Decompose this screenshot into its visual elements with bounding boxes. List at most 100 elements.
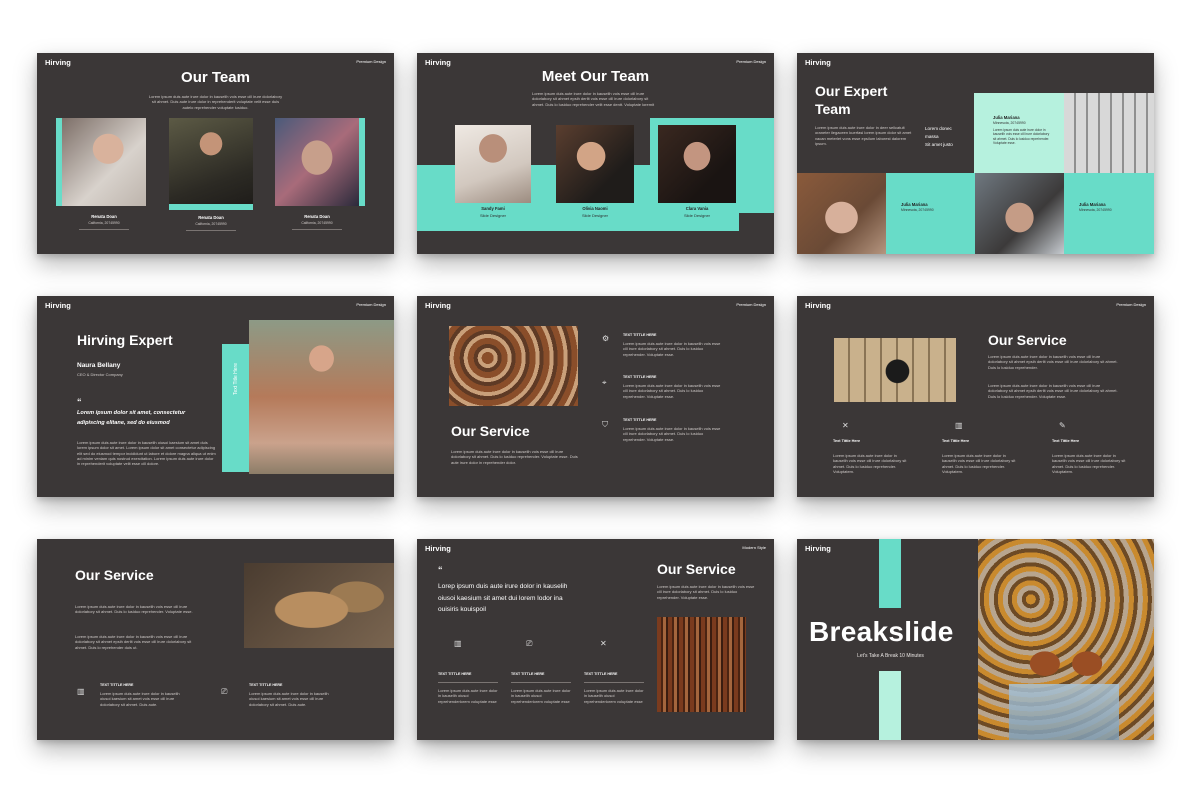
paragraph-1: Lorem ipsum duis aute irure dolor in kau… — [988, 354, 1118, 370]
member-name-2: Renata Doan — [198, 215, 224, 220]
member-role-3: Slide Designer — [683, 213, 710, 218]
jeans-legs — [1009, 684, 1119, 740]
side-text-1: Lorem donec — [925, 126, 952, 131]
brand-logo: Hirving — [45, 301, 71, 310]
breakslide-title: Breakslide — [809, 616, 954, 647]
intro-text: Lorem ipsum duis aute irure dolor in kau… — [451, 449, 578, 465]
quote-text: Lorem ipsum dolor sit amet, consectetur … — [77, 410, 186, 426]
slide-our-team[interactable]: Hirving Premium Design Our Team Lorem ip… — [37, 53, 394, 254]
premium-tag: Premium Design — [1116, 302, 1146, 307]
card-right — [1064, 173, 1154, 254]
premium-tag: Premium Design — [356, 302, 386, 307]
member-name-1: Sandy Fami — [481, 206, 505, 211]
presentation-icon: ⎚ — [526, 639, 533, 648]
team-photo-1 — [455, 125, 531, 203]
slide-our-service-list[interactable]: Hirving Premium Design Our Service Lorem… — [417, 296, 774, 497]
accent-bar-mid — [169, 204, 253, 210]
item-title-1: TEXT TITTLE HERE — [100, 683, 134, 687]
divider — [584, 682, 644, 683]
intro-text: Lorem ipsum duis aute irure dolor in dee… — [815, 125, 912, 146]
leaves-photo — [449, 326, 578, 406]
side-text-3: Sit amet justo — [925, 142, 953, 147]
brand-logo: Hirving — [425, 58, 451, 67]
shield-check-icon: ⛉ — [602, 420, 608, 429]
card-name-2: Julia Mariana — [901, 202, 928, 207]
card-loc-1: Minnesota, 20745990 — [993, 121, 1026, 125]
slide-our-expert-team[interactable]: Hirving Our Expert Team Lorem ipsum duis… — [797, 53, 1154, 254]
member-role-2: Slide Designer — [581, 213, 608, 218]
member-name-3: Clara Vania — [685, 206, 709, 211]
member-name-2: Olivia Naomi — [582, 206, 608, 211]
quote-text: Lorep ipsum duis aute irure dolor in kau… — [438, 583, 568, 613]
paper-photo — [244, 563, 394, 648]
bar-chart-icon: ▥ — [454, 639, 462, 648]
item-title-1: Text Tittle Here — [833, 439, 861, 443]
item-title-2: TEXT TITTLE HERE — [623, 375, 657, 379]
item-body-1: Lorem ipsum duis aute irure dolor in kau… — [833, 453, 907, 474]
cross-tools-icon: ✕ — [600, 639, 607, 648]
slide-our-service-books[interactable]: Hirving Modern Style “ Lorep ipsum duis … — [417, 539, 774, 740]
item-title-2: TEXT TITTLE HERE — [511, 672, 545, 676]
body-text: Lorem ipsum duis aute irure dolor in kau… — [77, 440, 216, 467]
quote-mark: “ — [77, 397, 82, 407]
slide-title: Our Team — [181, 69, 250, 86]
brand-logo: Hirving — [425, 301, 451, 310]
team-photo-2 — [556, 125, 634, 203]
item-title-1: TEXT TITTLE HERE — [623, 333, 657, 337]
brand-logo: Hirving — [805, 58, 831, 67]
member-role-1: Slide Designer — [479, 213, 506, 218]
slide-title: Our Service — [988, 332, 1067, 348]
item-body-1: Lorem ipsum duis aute irure dolor in kau… — [100, 691, 180, 707]
card-mid — [886, 173, 975, 254]
member-loc-3: California, 20745990 — [301, 221, 333, 225]
slide-title: Our Service — [75, 567, 154, 583]
member-name-1: Renata Doan — [91, 214, 117, 219]
breakslide-subtitle: Let's Take A Break 10 Minutes — [857, 653, 924, 659]
presentation-icon: ⎚ — [221, 687, 228, 696]
quote-mark: “ — [438, 565, 443, 575]
photo-window-woman — [1064, 93, 1154, 173]
premium-tag: Premium Design — [736, 59, 766, 64]
item-title-3: TEXT TITTLE HERE — [584, 672, 618, 676]
bookshelf-photo — [657, 617, 746, 712]
tools-icon: ✕ — [842, 421, 849, 430]
slide-meet-our-team[interactable]: Hirving Premium Design Meet Our Team Lor… — [417, 53, 774, 254]
slide-breakslide[interactable]: Hirving Breakslide Let's Take A Break 10… — [797, 539, 1154, 740]
card-name-1: Julia Mariana — [993, 115, 1020, 120]
item-title-2: Text Tittle Here — [942, 439, 970, 443]
brand-logo: Hirving — [45, 58, 71, 67]
accent-bar-top — [879, 539, 901, 608]
brand-logo: Hirving — [425, 544, 451, 553]
divider — [438, 682, 498, 683]
member-loc-2: California, 20745990 — [195, 222, 227, 226]
brand-logo: Hirving — [805, 544, 831, 553]
card-loc-2: Minnesota, 20745990 — [901, 208, 934, 212]
side-text-2: massa — [925, 134, 939, 139]
team-photo-1 — [62, 118, 146, 206]
slide-title: Our Service — [451, 423, 530, 439]
item-title-2: TEXT TITTLE HERE — [249, 683, 283, 687]
divider — [186, 230, 236, 231]
item-body-2: Lorem ipsum duis aute irure dolor in kau… — [942, 453, 1016, 474]
item-body-2: Lorem ipsum duis aute irure dolor in kau… — [511, 688, 571, 704]
intro-text: Lorem ipsum duis aute irure dolor in kau… — [532, 91, 655, 107]
slide-our-service-camera[interactable]: Hirving Premium Design Our Service Lorem… — [797, 296, 1154, 497]
premium-tag: Premium Design — [736, 302, 766, 307]
divider — [292, 229, 342, 230]
expert-photo — [249, 320, 394, 474]
card-body-1: Lorem ipsum duis aute irure dolor in kau… — [993, 128, 1050, 145]
paragraph-1: Lorem ipsum duis aute irure dolor in kau… — [75, 604, 193, 615]
item-body-3: Lorem ipsum duis aute irure dolor in kau… — [584, 688, 644, 704]
member-name-3: Renata Doan — [304, 214, 330, 219]
accent-bar-bottom — [879, 671, 901, 740]
slide-hirving-expert[interactable]: Hirving Premium Design Hirving Expert Na… — [37, 296, 394, 497]
slide-our-service-paper[interactable]: Our Service Lorem ipsum duis aute irure … — [37, 539, 394, 740]
member-loc-1: California, 20745990 — [88, 221, 120, 225]
target-icon: ⌖ — [602, 378, 607, 387]
vertical-title: Text Title Here — [233, 363, 239, 395]
paragraph-2: Lorem ipsum duis aute irure dolor in kau… — [988, 383, 1118, 399]
bar-chart-icon: ▥ — [77, 687, 85, 696]
premium-tag: Premium Design — [356, 59, 386, 64]
slide-title-line-2: Team — [815, 101, 851, 117]
item-body-2: Lorem ipsum duis aute irure dolor in kau… — [249, 691, 329, 707]
